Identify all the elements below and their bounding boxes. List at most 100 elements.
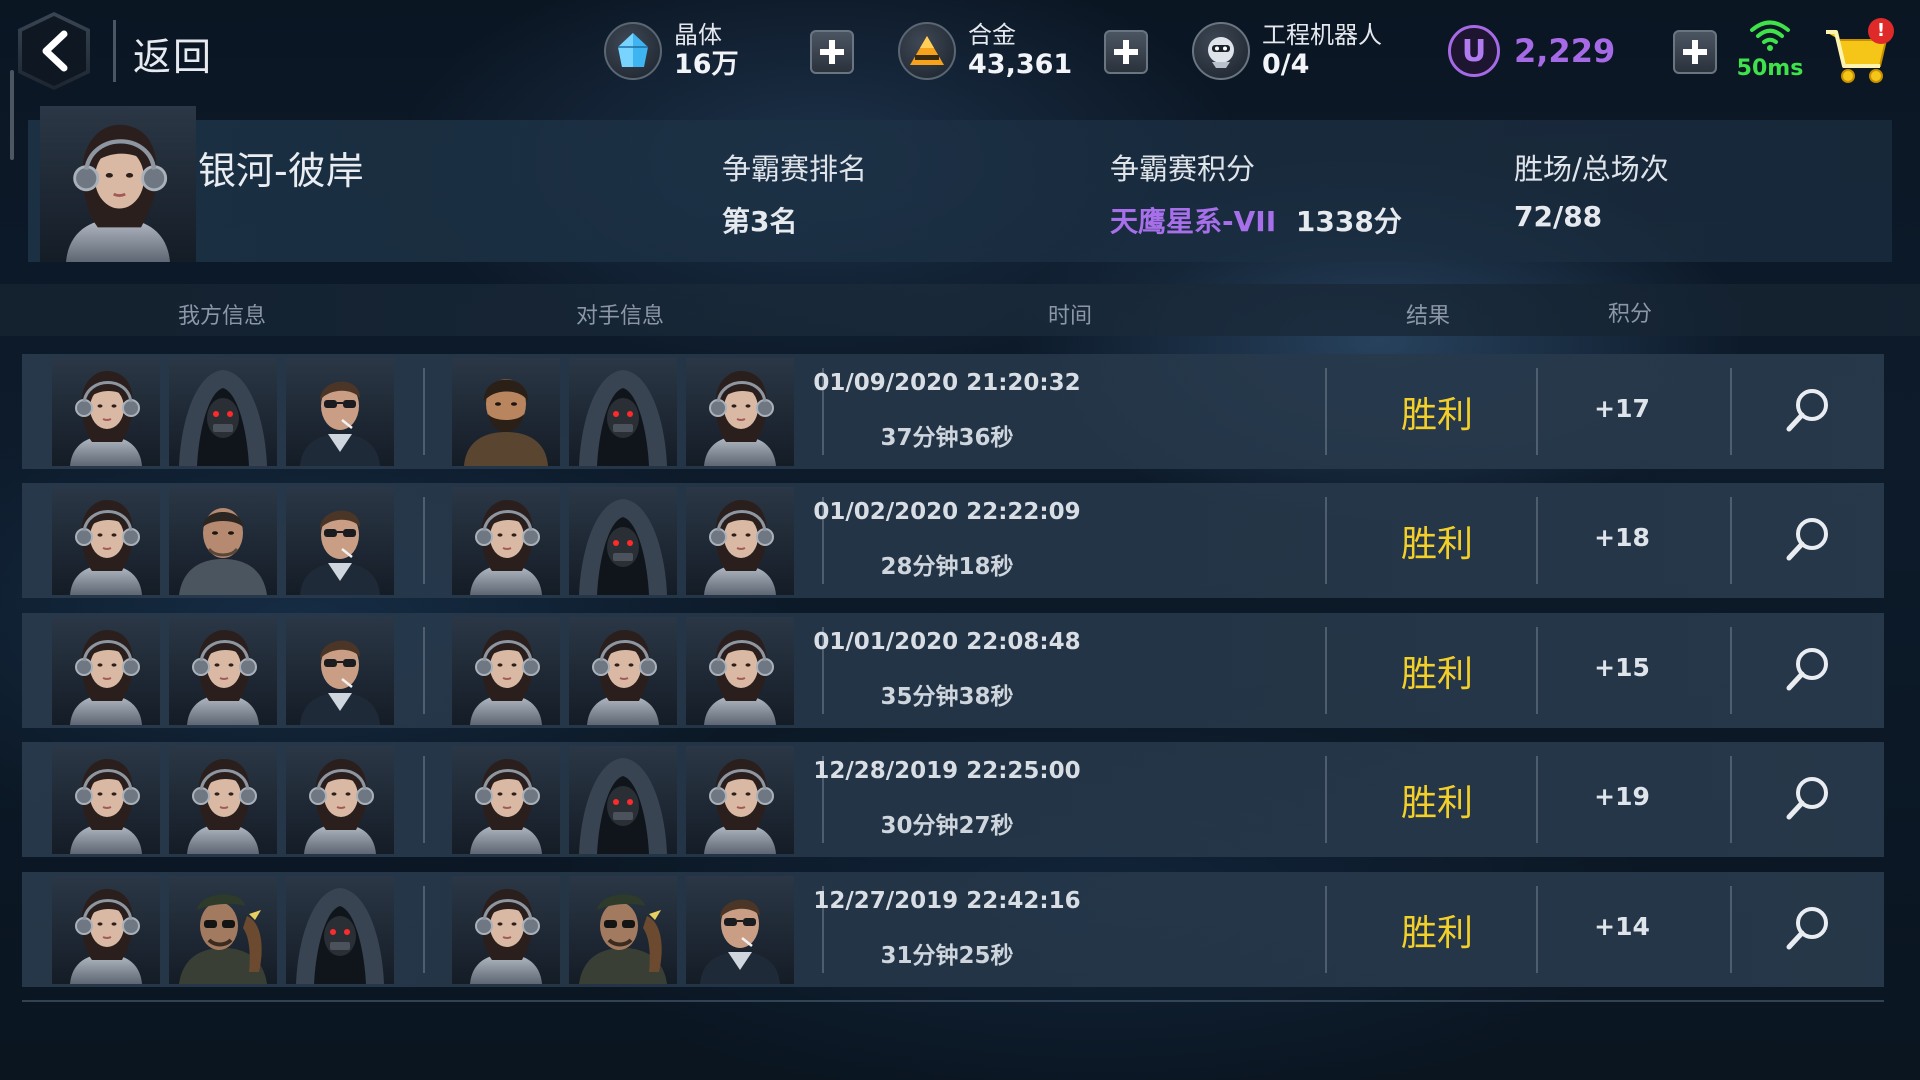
column-separator <box>423 756 425 843</box>
table-header: 我方信息 对手信息 时间 结果 积分 <box>0 284 1920 336</box>
back-button[interactable] <box>18 12 90 90</box>
alloy-value: 43,361 <box>968 49 1073 81</box>
points-value-group: 天鹰星系-VII 1338分 <box>1110 200 1402 240</box>
column-separator <box>1730 497 1732 584</box>
plus-icon <box>1114 40 1138 64</box>
view-details-button[interactable] <box>1782 384 1834 436</box>
my-hero-portrait-1 <box>52 487 160 595</box>
crystal-label: 晶体 <box>674 20 722 49</box>
match-result: 胜利 <box>1400 524 1473 565</box>
tier-name: 天鹰星系-VII <box>1110 205 1277 238</box>
opponent-hero-portrait-3 <box>686 358 794 466</box>
back-label[interactable]: 返回 <box>133 26 213 81</box>
my-hero-portrait-2 <box>169 876 277 984</box>
match-score: +15 <box>1594 653 1650 682</box>
column-separator <box>423 627 425 714</box>
view-details-button[interactable] <box>1782 513 1834 565</box>
my-hero-portrait-2 <box>169 746 277 854</box>
column-separator <box>1536 368 1538 455</box>
crystal-resource: 晶体 16万 <box>604 14 739 88</box>
robot-resource: 工程机器人 0/4 <box>1192 14 1382 88</box>
my-hero-portrait-1 <box>52 876 160 984</box>
add-ucoin-button[interactable] <box>1673 30 1717 74</box>
rank-label: 争霸赛排名 <box>722 152 868 186</box>
ping-value: 50ms <box>1736 56 1804 81</box>
opponent-hero-portrait-3 <box>686 746 794 854</box>
view-details-button[interactable] <box>1782 643 1834 695</box>
alloy-label: 合金 <box>968 20 1016 49</box>
match-result: 胜利 <box>1400 654 1473 695</box>
match-date: 01/09/2020 21:20:32 <box>813 370 1081 396</box>
column-separator <box>1536 497 1538 584</box>
opponent-hero-portrait-3 <box>686 487 794 595</box>
record-value: 72/88 <box>1514 200 1603 233</box>
opponent-hero-portrait-1 <box>452 487 560 595</box>
player-name: 银河-彼岸 <box>198 149 364 193</box>
match-duration: 35分钟38秒 <box>880 684 1014 710</box>
search-icon <box>1786 777 1828 820</box>
add-crystal-button[interactable] <box>810 30 854 74</box>
match-date: 12/28/2019 22:25:00 <box>813 758 1081 784</box>
ucoin-resource: U 2,229 <box>1448 14 1615 88</box>
opponent-hero-portrait-2 <box>569 358 677 466</box>
crystal-value: 16万 <box>674 49 739 81</box>
my-hero-portrait-3 <box>286 358 394 466</box>
header-opponent: 对手信息 <box>575 304 664 329</box>
robot-icon <box>1192 22 1250 80</box>
table-row[interactable]: 01/09/2020 21:20:32 37分钟36秒 胜利 +17 <box>22 354 1884 469</box>
search-icon <box>1786 389 1828 432</box>
notification-badge: ! <box>1868 18 1894 44</box>
shop-cart-button[interactable]: ! <box>1822 18 1894 88</box>
my-hero-portrait-1 <box>52 358 160 466</box>
view-details-button[interactable] <box>1782 772 1834 824</box>
side-scroll-indicator <box>10 70 14 160</box>
plus-icon <box>820 40 844 64</box>
match-duration: 30分钟27秒 <box>880 813 1014 839</box>
crystal-icon <box>604 22 662 80</box>
view-details-button[interactable] <box>1782 902 1834 954</box>
match-result: 胜利 <box>1400 783 1473 824</box>
my-hero-portrait-3 <box>286 617 394 725</box>
player-avatar[interactable] <box>38 106 198 262</box>
match-date: 01/01/2020 22:08:48 <box>813 629 1081 655</box>
header-score: 积分 <box>1607 302 1652 327</box>
table-row[interactable]: 12/28/2019 22:25:00 30分钟27秒 胜利 +19 <box>22 742 1884 857</box>
column-separator <box>1325 497 1327 584</box>
opponent-hero-portrait-2 <box>569 746 677 854</box>
add-alloy-button[interactable] <box>1104 30 1148 74</box>
opponent-hero-portrait-1 <box>452 617 560 725</box>
wifi-icon <box>1750 20 1790 51</box>
opponent-hero-portrait-1 <box>452 746 560 854</box>
my-hero-portrait-3 <box>286 876 394 984</box>
back-arrow-icon <box>22 16 86 86</box>
robot-label: 工程机器人 <box>1262 20 1382 49</box>
list-bottom-divider <box>22 1000 1884 1002</box>
table-row[interactable]: 01/02/2020 22:22:09 28分钟18秒 胜利 +18 <box>22 483 1884 598</box>
opponent-hero-portrait-2 <box>569 487 677 595</box>
match-result: 胜利 <box>1400 913 1473 954</box>
match-score: +17 <box>1594 394 1650 423</box>
opponent-hero-portrait-2 <box>569 876 677 984</box>
column-separator <box>1730 886 1732 973</box>
column-separator <box>423 368 425 455</box>
column-separator <box>1536 627 1538 714</box>
table-row[interactable]: 12/27/2019 22:42:16 31分钟25秒 胜利 +14 <box>22 872 1884 987</box>
column-separator <box>1536 756 1538 843</box>
my-hero-portrait-1 <box>52 746 160 854</box>
header-mine: 我方信息 <box>177 304 266 329</box>
match-result: 胜利 <box>1400 395 1473 436</box>
ucoin-icon: U <box>1448 25 1500 77</box>
my-hero-portrait-1 <box>52 617 160 725</box>
column-separator <box>1325 368 1327 455</box>
opponent-hero-portrait-1 <box>452 876 560 984</box>
table-row[interactable]: 01/01/2020 22:08:48 35分钟38秒 胜利 +15 <box>22 613 1884 728</box>
alloy-resource: 合金 43,361 <box>898 14 1072 88</box>
profile-panel: 银河-彼岸 争霸赛排名 第3名 争霸赛积分 天鹰星系-VII 1338分 胜场/… <box>28 120 1892 262</box>
opponent-hero-portrait-3 <box>686 617 794 725</box>
match-score: +19 <box>1594 782 1650 811</box>
rank-value: 第3名 <box>722 205 798 238</box>
robot-value: 0/4 <box>1262 49 1310 81</box>
match-duration: 28分钟18秒 <box>880 554 1014 580</box>
my-hero-portrait-2 <box>169 487 277 595</box>
column-separator <box>1536 886 1538 973</box>
